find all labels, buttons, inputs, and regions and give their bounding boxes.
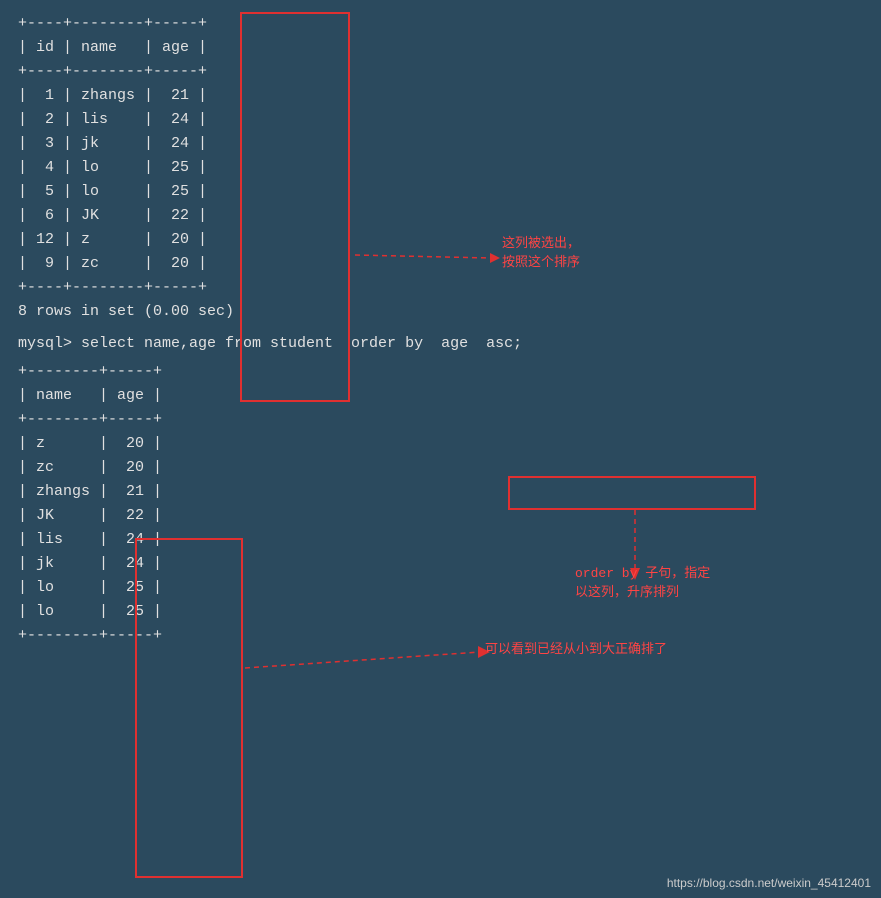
- bot-header: | name | age |: [18, 384, 863, 408]
- top-row-6: | 6 | JK | 22 |: [18, 204, 863, 228]
- bot-row-3: | zhangs | 21 |: [18, 480, 863, 504]
- top-row-2: | 2 | lis | 24 |: [18, 108, 863, 132]
- top-header: | id | name | age |: [18, 36, 863, 60]
- bot-sep-bot: +--------+-----+: [18, 624, 863, 648]
- top-sep-mid: +----+--------+-----+: [18, 60, 863, 84]
- bot-row-8: | lo | 25 |: [18, 600, 863, 624]
- top-result: 8 rows in set (0.00 sec): [18, 300, 863, 324]
- bot-row-6: | jk | 24 |: [18, 552, 863, 576]
- top-row-1: | 1 | zhangs | 21 |: [18, 84, 863, 108]
- top-row-7: | 12 | z | 20 |: [18, 228, 863, 252]
- bot-row-2: | zc | 20 |: [18, 456, 863, 480]
- top-sep-top: +----+--------+-----+: [18, 12, 863, 36]
- top-sep-bot: +----+--------+-----+: [18, 276, 863, 300]
- annotation-top: 这列被选出，按照这个排序: [502, 232, 580, 270]
- top-row-8: | 9 | zc | 20 |: [18, 252, 863, 276]
- top-row-5: | 5 | lo | 25 |: [18, 180, 863, 204]
- top-row-3: | 3 | jk | 24 |: [18, 132, 863, 156]
- bot-sep-mid: +--------+-----+: [18, 408, 863, 432]
- annotation-middle: order by 子句，指定以这列，升序排列: [575, 562, 710, 600]
- bottom-table-section: +--------+-----+ | name | age | +-------…: [18, 360, 863, 648]
- top-row-4: | 4 | lo | 25 |: [18, 156, 863, 180]
- bot-row-5: | lis | 24 |: [18, 528, 863, 552]
- main-content: +----+--------+-----+ | id | name | age …: [0, 0, 881, 668]
- bot-row-1: | z | 20 |: [18, 432, 863, 456]
- top-table-section: +----+--------+-----+ | id | name | age …: [18, 12, 863, 324]
- bot-row-7: | lo | 25 |: [18, 576, 863, 600]
- bot-row-4: | JK | 22 |: [18, 504, 863, 528]
- sql-command-line: mysql> select name,age from student orde…: [18, 332, 863, 356]
- watermark: https://blog.csdn.net/weixin_45412401: [667, 876, 871, 890]
- annotation-bottom: 可以看到已经从小到大正确排了: [485, 638, 667, 657]
- bot-sep-top: +--------+-----+: [18, 360, 863, 384]
